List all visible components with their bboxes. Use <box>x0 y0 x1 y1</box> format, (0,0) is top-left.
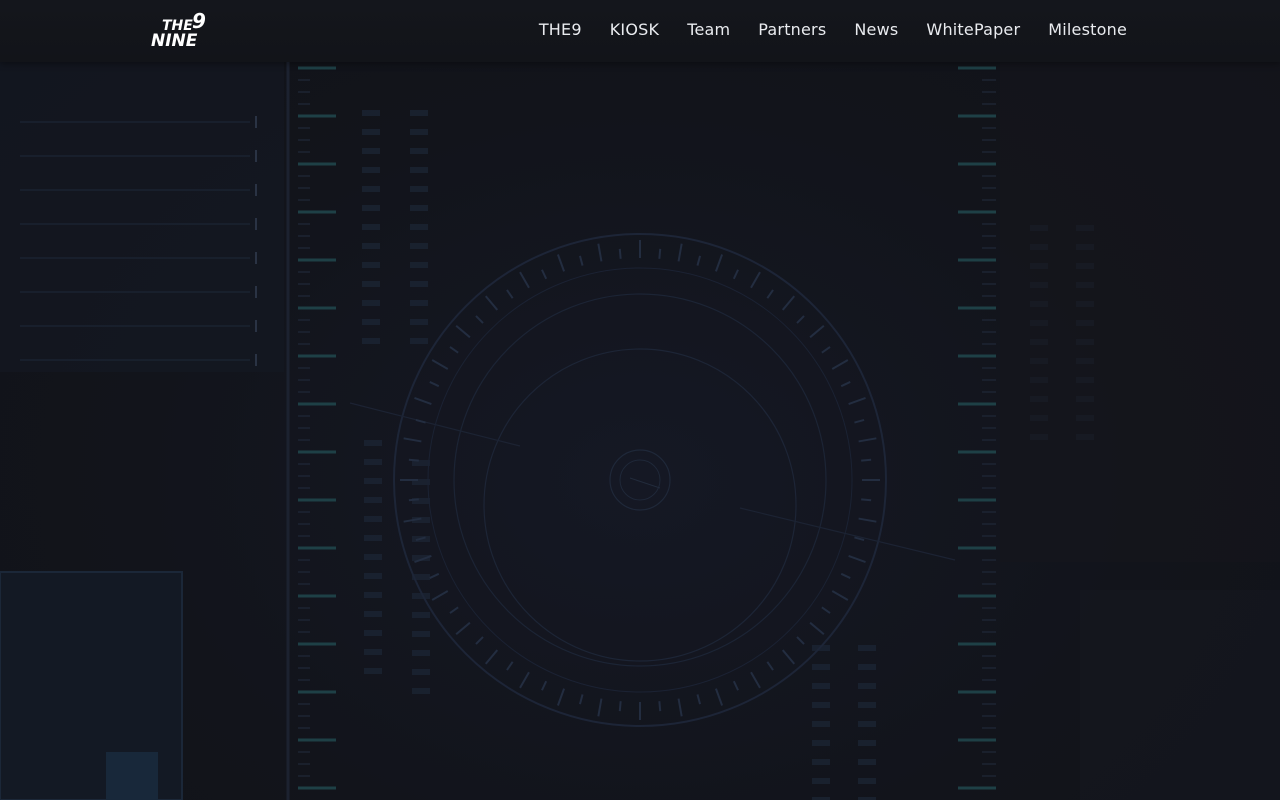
nav-link-news[interactable]: News <box>854 20 898 40</box>
top-navbar: THE 9 NINE THE9 KIOSK Team Partners News… <box>0 0 1280 62</box>
nav-link-kiosk[interactable]: KIOSK <box>610 20 659 40</box>
hud-background-graphic <box>0 62 1280 800</box>
logo-nine: NINE <box>151 31 198 50</box>
nav-link-milestone[interactable]: Milestone <box>1048 20 1127 40</box>
nav-link-team[interactable]: Team <box>687 20 730 40</box>
nav-link-partners[interactable]: Partners <box>758 20 826 40</box>
hero-section: THE 9 NINE THE9 KIOSK Team Partners News… <box>0 0 1280 800</box>
logo-digit: 9 <box>192 10 206 33</box>
the9-logo[interactable]: THE 9 NINE <box>150 10 212 50</box>
nav-link-the9[interactable]: THE9 <box>539 20 582 40</box>
main-nav: THE9 KIOSK Team Partners News WhitePaper… <box>539 20 1127 40</box>
nav-link-whitepaper[interactable]: WhitePaper <box>926 20 1020 40</box>
